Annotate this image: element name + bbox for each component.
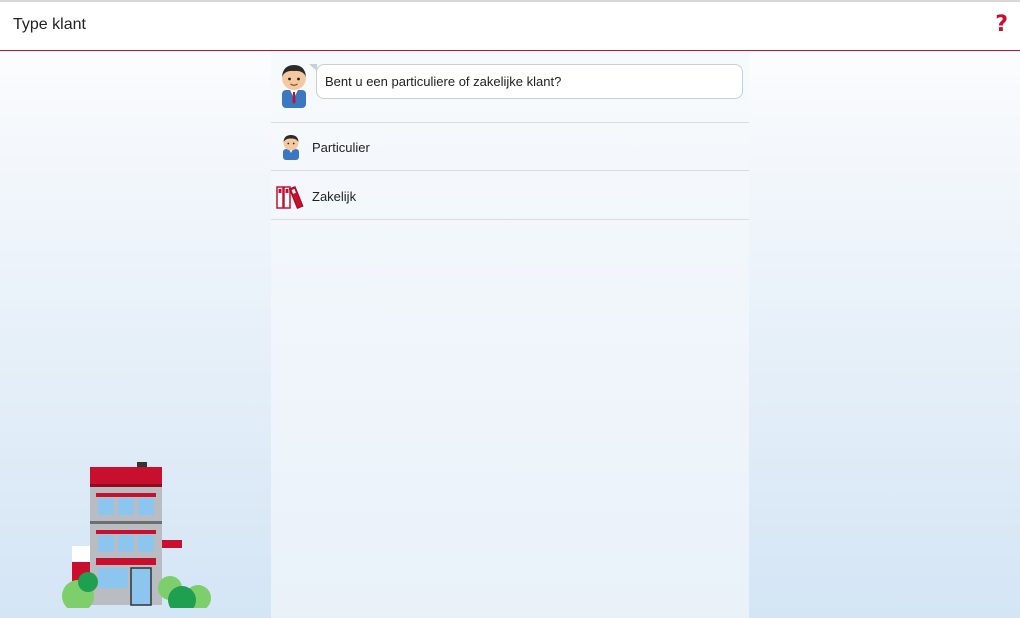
page-title: Type klant [13,16,86,33]
option-label: Zakelijk [312,189,357,204]
option-particulier[interactable]: Particulier [271,123,749,171]
binders-icon [276,185,304,209]
option-zakelijk[interactable]: Zakelijk [271,172,749,220]
advisor-avatar-icon [282,65,306,108]
main-panel: Bent u een particuliere of zakelijke kla… [271,52,749,618]
person-avatar-icon [283,135,299,160]
question-bubble: Bent u een particuliere of zakelijke kla… [316,64,743,99]
prompt-row: Bent u een particuliere of zakelijke kla… [271,52,749,123]
top-bar: Type klant ? [0,0,1020,51]
help-question-icon[interactable]: ? [995,13,1008,37]
bank-building-icon [62,462,211,608]
option-label: Particulier [312,140,370,155]
